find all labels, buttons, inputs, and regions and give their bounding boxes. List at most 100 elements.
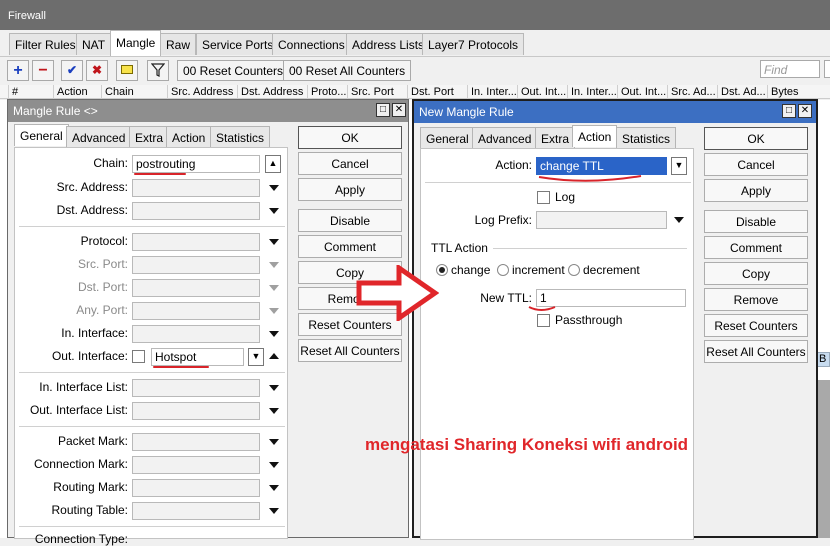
- column-header[interactable]: In. Inter...: [567, 85, 617, 99]
- tab-extra[interactable]: Extra: [535, 127, 576, 149]
- chevron-down-icon[interactable]: [269, 331, 279, 337]
- src-address-field[interactable]: [132, 179, 260, 197]
- new-ttl-input[interactable]: 1: [536, 289, 686, 307]
- reset-all-counters-button[interactable]: Reset All Counters: [298, 339, 402, 362]
- enable-check-icon[interactable]: ✔: [61, 60, 83, 81]
- column-header[interactable]: In. Inter...: [467, 85, 517, 99]
- column-header[interactable]: Dst. Ad...: [717, 85, 767, 99]
- column-header[interactable]: Bytes: [767, 85, 830, 99]
- reset-counters-button[interactable]: 00 Reset Counters: [177, 60, 290, 81]
- passthrough-checkbox[interactable]: [537, 314, 550, 327]
- chain-dropdown-icon[interactable]: ▲: [265, 155, 281, 173]
- routing-table-field[interactable]: [132, 502, 260, 520]
- column-header[interactable]: Dst. Address: [237, 85, 307, 99]
- comment-button[interactable]: Comment: [704, 236, 808, 259]
- column-header[interactable]: Action: [53, 85, 101, 99]
- log-prefix-field[interactable]: [536, 211, 667, 229]
- tab-advanced[interactable]: Advanced: [472, 127, 538, 149]
- column-header[interactable]: Proto...: [307, 85, 347, 99]
- chevron-down-icon[interactable]: [269, 439, 279, 445]
- column-header[interactable]: Src. Port: [347, 85, 407, 99]
- packet-mark-field[interactable]: [132, 433, 260, 451]
- tab-action[interactable]: Action: [166, 126, 212, 148]
- cancel-button[interactable]: Cancel: [298, 152, 402, 175]
- apply-button[interactable]: Apply: [704, 179, 808, 202]
- chevron-down-icon[interactable]: [269, 408, 279, 414]
- tab-raw[interactable]: Raw: [160, 33, 197, 55]
- chevron-down-icon[interactable]: [269, 208, 279, 214]
- column-header[interactable]: #: [8, 85, 53, 99]
- out-interface-field[interactable]: Hotspot: [151, 348, 244, 366]
- column-header[interactable]: Dst. Port: [407, 85, 467, 99]
- disable-button[interactable]: Disable: [704, 210, 808, 233]
- chevron-down-icon[interactable]: [269, 185, 279, 191]
- protocol-field[interactable]: [132, 233, 260, 251]
- out-interface-list-field[interactable]: [132, 402, 260, 420]
- remove-button[interactable]: Remove: [704, 288, 808, 311]
- tab-filter-rules[interactable]: Filter Rules: [9, 33, 82, 55]
- reset-all-counters-button[interactable]: 00 Reset All Counters: [283, 60, 412, 81]
- tab-service-ports[interactable]: Service Ports: [196, 33, 280, 55]
- reset-all-counters-button[interactable]: Reset All Counters: [704, 340, 808, 363]
- ok-button[interactable]: OK: [298, 126, 402, 149]
- chevron-down-icon[interactable]: [269, 285, 279, 291]
- chevron-down-icon[interactable]: [269, 508, 279, 514]
- radio-decrement[interactable]: [568, 264, 580, 276]
- chevron-down-icon[interactable]: [674, 217, 684, 223]
- apply-button[interactable]: Apply: [298, 178, 402, 201]
- disable-button[interactable]: Disable: [298, 209, 402, 232]
- comment-note-icon[interactable]: [116, 60, 138, 81]
- dst-port-field[interactable]: [132, 279, 260, 297]
- tab-nat[interactable]: NAT: [76, 33, 112, 55]
- chevron-down-icon[interactable]: [269, 308, 279, 314]
- tab-general[interactable]: General: [420, 127, 475, 149]
- chevron-down-icon[interactable]: [269, 239, 279, 245]
- connection-mark-field[interactable]: [132, 456, 260, 474]
- out-interface-dropdown-icon[interactable]: ▼: [248, 348, 264, 366]
- reset-counters-button[interactable]: Reset Counters: [704, 314, 808, 337]
- remove-icon[interactable]: −: [32, 60, 54, 81]
- action-dropdown-icon[interactable]: ▼: [671, 157, 687, 175]
- chain-field[interactable]: postrouting: [132, 155, 260, 173]
- close-icon[interactable]: ✕: [392, 103, 406, 117]
- tab-action[interactable]: Action: [572, 125, 618, 147]
- close-icon[interactable]: ✕: [798, 104, 812, 118]
- dst-address-field[interactable]: [132, 202, 260, 220]
- chevron-up-icon[interactable]: [269, 353, 279, 359]
- log-checkbox[interactable]: [537, 191, 550, 204]
- chevron-down-icon[interactable]: [269, 462, 279, 468]
- chevron-down-icon[interactable]: [269, 262, 279, 268]
- in-interface-list-field[interactable]: [132, 379, 260, 397]
- tab-mangle[interactable]: Mangle: [110, 30, 162, 56]
- filter-icon[interactable]: [147, 60, 169, 81]
- tab-layer7-protocols[interactable]: Layer7 Protocols: [422, 33, 525, 55]
- table-row[interactable]: B: [816, 352, 830, 367]
- tab-advanced[interactable]: Advanced: [66, 126, 132, 148]
- tab-extra[interactable]: Extra: [129, 126, 170, 148]
- tab-connections[interactable]: Connections: [272, 33, 351, 55]
- radio-increment[interactable]: [497, 264, 509, 276]
- src-port-field[interactable]: [132, 256, 260, 274]
- tab-statistics[interactable]: Statistics: [210, 126, 271, 148]
- disable-x-icon[interactable]: ✖: [86, 60, 108, 81]
- chevron-down-icon[interactable]: [269, 385, 279, 391]
- tab-statistics[interactable]: Statistics: [616, 127, 677, 149]
- tab-address-lists[interactable]: Address Lists: [346, 33, 431, 55]
- chevron-down-icon[interactable]: [269, 485, 279, 491]
- column-header[interactable]: Src. Ad...: [667, 85, 717, 99]
- maximize-icon[interactable]: □: [376, 103, 390, 117]
- cancel-button[interactable]: Cancel: [704, 153, 808, 176]
- copy-button[interactable]: Copy: [704, 262, 808, 285]
- column-header[interactable]: Src. Address: [167, 85, 237, 99]
- comment-button[interactable]: Comment: [298, 235, 402, 258]
- tab-general[interactable]: General: [14, 124, 69, 146]
- add-icon[interactable]: +: [7, 60, 29, 81]
- any-port-field[interactable]: [132, 302, 260, 320]
- find-dropdown[interactable]: [824, 60, 830, 78]
- column-header[interactable]: Out. Int...: [517, 85, 567, 99]
- find-input[interactable]: Find: [760, 60, 820, 78]
- ok-button[interactable]: OK: [704, 127, 808, 150]
- maximize-icon[interactable]: □: [782, 104, 796, 118]
- in-interface-field[interactable]: [132, 325, 260, 343]
- column-header[interactable]: Chain: [101, 85, 167, 99]
